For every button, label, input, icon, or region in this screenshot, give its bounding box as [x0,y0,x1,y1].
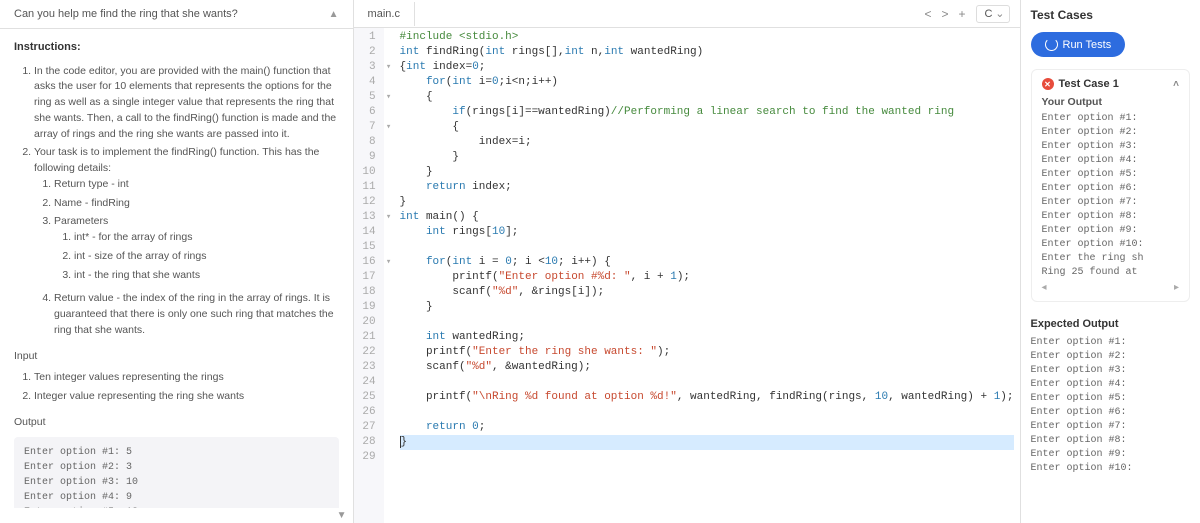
output-line: Enter option #1: 5 [24,445,329,460]
chevron-up-icon[interactable]: ˄ [1173,79,1179,90]
output-line: Enter option #3: 10 [24,475,329,490]
input-heading: Input [14,349,339,365]
list-item: Integer value representing the ring she … [34,389,339,405]
editor-panel: main.c < > + C 1234567891011121314151617… [354,0,1021,523]
instructions-list: In the code editor, you are provided wit… [14,64,339,339]
expected-output: Enter option #1: Enter option #2: Enter … [1031,336,1191,476]
tab-bar: main.c < > + C [354,0,1020,28]
list-item: Ten integer values representing the ring… [34,370,339,386]
testcases-heading: Test Cases [1031,8,1191,22]
line-gutter: 1234567891011121314151617181920212223242… [354,28,384,523]
expected-output-label: Expected Output [1031,318,1191,330]
next-icon[interactable]: > [942,7,949,21]
question-bar: Can you help me find the ring that she w… [0,0,353,29]
list-item: int - size of the array of rings [74,249,339,265]
list-item: int* - for the array of rings [74,230,339,246]
testcase-title: Test Case 1 [1059,78,1119,90]
sample-output-box: Enter option #1: 5 Enter option #2: 3 En… [14,437,339,509]
run-tests-button[interactable]: Run Tests [1031,32,1126,57]
language-select[interactable]: C [976,5,1010,23]
testcase-card[interactable]: ✕ Test Case 1 ˄ Your Output Enter option… [1031,69,1191,302]
list-item: Your task is to implement the findRing()… [34,145,339,338]
details-list: Return type - int Name - findRing Parame… [34,177,339,339]
input-list: Ten integer values representing the ring… [14,370,339,405]
list-item: int - the ring that she wants [74,268,339,284]
params-list: int* - for the array of rings int - size… [54,230,339,283]
instructions-body[interactable]: Instructions: In the code editor, you ar… [0,29,353,508]
instructions-heading: Instructions: [14,39,339,56]
testcases-panel: Test Cases Run Tests ✕ Test Case 1 ˄ You… [1021,0,1200,523]
output-line: Enter option #4: 9 [24,490,329,505]
fold-gutter: ▾ ▾ ▾ ▾ ▾ [384,28,394,523]
fail-icon: ✕ [1042,78,1054,90]
output-heading: Output [14,415,339,431]
instructions-panel: Can you help me find the ring that she w… [0,0,354,523]
output-line: Enter option #2: 3 [24,460,329,475]
tab-main-c[interactable]: main.c [354,2,415,26]
list-item: Return type - int [54,177,339,193]
scroll-down-icon[interactable]: ▼ [0,508,353,523]
code-editor[interactable]: 1234567891011121314151617181920212223242… [354,28,1020,523]
your-output-label: Your Output [1042,96,1180,108]
question-text: Can you help me find the ring that she w… [14,8,238,20]
scroll-up-icon[interactable]: ▲ [329,9,339,20]
list-item: In the code editor, you are provided wit… [34,64,339,143]
list-item: Parameters int* - for the array of rings… [54,214,339,283]
testcase-header: ✕ Test Case 1 ˄ [1042,78,1180,90]
code-content[interactable]: #include <stdio.h> int findRing(int ring… [394,28,1020,523]
output-scrollbar[interactable]: ◂▸ [1042,282,1180,293]
your-output: Enter option #1: Enter option #2: Enter … [1042,112,1180,280]
list-item: Return value - the index of the ring in … [54,291,339,338]
prev-icon[interactable]: < [925,7,932,21]
add-icon[interactable]: + [959,7,966,21]
tab-actions: < > + C [925,5,1020,23]
list-item: Name - findRing [54,196,339,212]
